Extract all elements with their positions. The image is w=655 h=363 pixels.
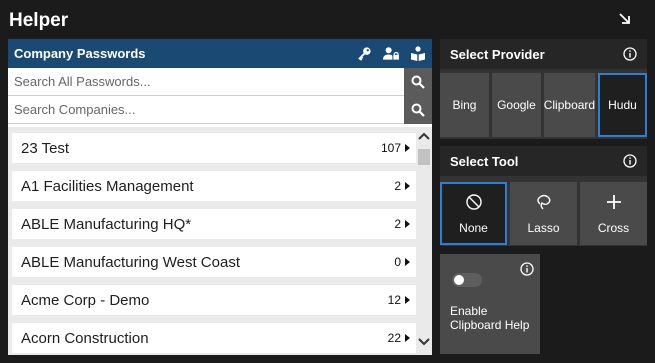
lasso-icon — [536, 194, 550, 209]
scroll-up-icon[interactable] — [418, 131, 430, 143]
panel-title: Company Passwords — [14, 46, 146, 61]
clipboard-help-card: Enable Clipboard Help — [440, 254, 540, 354]
search-passwords-input[interactable] — [8, 68, 404, 95]
provider-hudu-button[interactable]: Hudu — [597, 73, 648, 137]
provider-clipboard-button[interactable]: Clipboard — [544, 73, 595, 137]
tool-cross-label: Cross — [597, 220, 630, 235]
chevron-right-icon — [405, 144, 410, 152]
info-icon[interactable] — [623, 47, 637, 61]
company-list-item[interactable]: A1 Facilities Management 2 — [12, 171, 416, 201]
tool-lasso-label: Lasso — [527, 220, 560, 235]
search-icon — [411, 75, 425, 89]
provider-google-button[interactable]: Google — [491, 73, 541, 137]
password-count: 2 — [394, 179, 401, 193]
info-icon[interactable] — [520, 262, 534, 276]
tool-none-label: None — [459, 220, 488, 235]
select-tool-panel: Select Tool None Lasso Cross — [440, 146, 647, 246]
key-icon[interactable] — [356, 46, 372, 62]
info-icon[interactable] — [623, 154, 637, 168]
company-list-item[interactable]: Acorn Construction 22 — [12, 323, 416, 353]
book-reader-icon[interactable] — [410, 46, 426, 62]
tool-lasso-button[interactable]: Lasso — [510, 182, 577, 245]
chevron-right-icon — [405, 334, 410, 342]
password-count: 2 — [394, 217, 401, 231]
tool-title: Select Tool — [450, 153, 519, 169]
password-count: 22 — [387, 331, 401, 345]
user-lock-icon[interactable] — [383, 46, 399, 62]
company-name: A1 Facilities Management — [21, 177, 194, 195]
company-list-item[interactable]: ABLE Manufacturing West Coast 0 — [12, 247, 416, 277]
tool-none-button[interactable]: None — [440, 182, 507, 245]
panel-header: Company Passwords — [8, 39, 432, 68]
tool-cross-button[interactable]: Cross — [580, 182, 647, 245]
company-name: Acorn Construction — [21, 329, 149, 347]
search-companies-button[interactable] — [404, 96, 432, 124]
list-scrollbar[interactable] — [416, 127, 432, 355]
scrollbar-thumb[interactable] — [418, 149, 430, 165]
chevron-right-icon — [405, 220, 410, 228]
password-count: 107 — [380, 141, 401, 155]
company-list-item[interactable]: ABLE Manufacturing HQ* 2 — [12, 209, 416, 239]
tool-header: Select Tool — [440, 146, 647, 176]
company-list-item[interactable]: 23 Test 107 — [12, 133, 416, 163]
company-name: 23 Test — [21, 139, 70, 157]
chevron-right-icon — [405, 296, 410, 304]
company-list-item[interactable]: Acme Corp - Demo 12 — [12, 285, 416, 315]
toggle-knob — [454, 275, 464, 285]
select-provider-panel: Select Provider Bing Google Clipboard Hu… — [440, 39, 648, 139]
search-icon — [411, 103, 425, 117]
password-count: 12 — [387, 293, 401, 307]
search-passwords-button[interactable] — [404, 68, 432, 96]
prohibited-icon — [465, 193, 482, 210]
company-passwords-panel: Company Passwords 23 Test 107 — [8, 39, 432, 355]
plus-icon — [606, 194, 621, 209]
password-count: 0 — [394, 255, 401, 269]
collapse-arrow-icon[interactable] — [616, 10, 634, 28]
clipboard-help-label: Enable Clipboard Help — [450, 304, 530, 332]
chevron-right-icon — [405, 258, 410, 266]
scroll-down-icon[interactable] — [418, 335, 430, 347]
search-companies-input[interactable] — [8, 96, 404, 123]
company-name: ABLE Manufacturing HQ* — [21, 215, 192, 233]
chevron-right-icon — [405, 182, 410, 190]
company-search-row — [8, 96, 432, 124]
app-title: Helper — [9, 10, 69, 31]
provider-title: Select Provider — [450, 46, 545, 62]
clipboard-help-toggle[interactable] — [452, 273, 482, 287]
company-name: ABLE Manufacturing West Coast — [21, 253, 240, 271]
provider-header: Select Provider — [440, 39, 647, 69]
provider-bing-button[interactable]: Bing — [440, 73, 489, 137]
company-name: Acme Corp - Demo — [21, 291, 150, 309]
password-search-row — [8, 68, 432, 96]
company-list: 23 Test 107 A1 Facilities Management 2 A… — [8, 127, 432, 355]
